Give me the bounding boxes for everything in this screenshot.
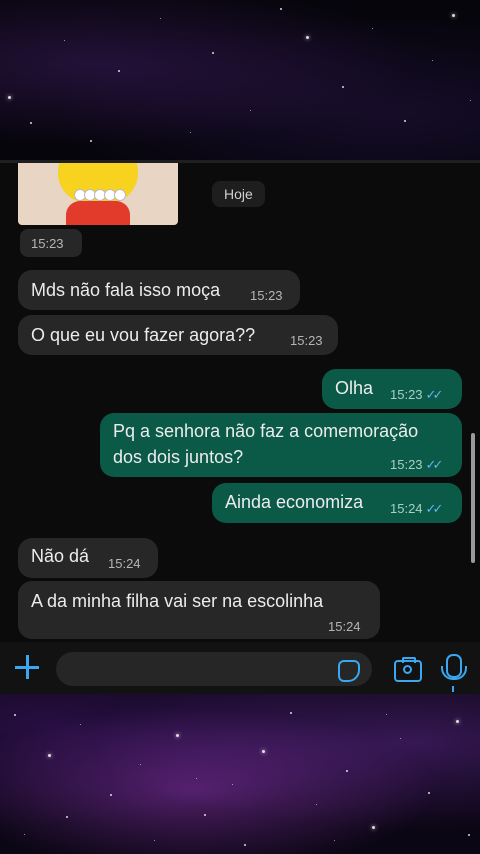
image-timestamp-bubble: 15:23 bbox=[20, 229, 82, 257]
read-receipt-icon: ✓✓ bbox=[425, 501, 444, 516]
message-text-line2: dos dois juntos? bbox=[113, 447, 244, 467]
incoming-message[interactable]: A da minha filha vai ser na escolinha 15… bbox=[18, 581, 380, 639]
message-text: Não dá bbox=[31, 546, 90, 566]
message-time: 15:23 bbox=[31, 236, 64, 251]
plus-icon[interactable] bbox=[14, 654, 40, 680]
message-text: A da minha filha vai ser na escolinha bbox=[31, 591, 324, 611]
outgoing-message[interactable]: Olha 15:23 ✓✓ bbox=[322, 369, 462, 409]
date-divider: Hoje bbox=[212, 181, 265, 207]
background-starfield-bottom bbox=[0, 694, 480, 854]
camera-icon[interactable] bbox=[394, 657, 422, 682]
message-text: Mds não fala isso moça bbox=[31, 280, 221, 300]
scrollbar[interactable] bbox=[471, 433, 475, 563]
outgoing-message[interactable]: Pq a senhora não faz a comemoração dos d… bbox=[100, 413, 462, 477]
incoming-message[interactable]: Mds não fala isso moça 15:23 bbox=[18, 270, 300, 310]
read-receipt-icon: ✓✓ bbox=[425, 387, 444, 402]
message-text: O que eu vou fazer agora?? bbox=[31, 325, 256, 345]
incoming-message[interactable]: Não dá 15:24 bbox=[18, 538, 158, 578]
chat-conversation[interactable]: Hoje 15:23 Mds não fala isso moça 15:23 … bbox=[0, 160, 480, 645]
message-time: 15:23 bbox=[290, 333, 323, 348]
read-receipt-icon: ✓✓ bbox=[425, 457, 444, 472]
message-time-with-receipt: 15:23 ✓✓ bbox=[390, 457, 444, 472]
message-text: Ainda economiza bbox=[225, 492, 364, 512]
message-text: Olha bbox=[335, 378, 374, 398]
outgoing-message[interactable]: Ainda economiza 15:24 ✓✓ bbox=[212, 483, 462, 523]
incoming-message[interactable]: O que eu vou fazer agora?? 15:23 bbox=[18, 315, 338, 355]
message-time: 15:24 bbox=[108, 556, 141, 571]
message-time: 15:23 bbox=[250, 288, 283, 303]
message-time-with-receipt: 15:23 ✓✓ bbox=[390, 387, 444, 402]
background-starfield-top bbox=[0, 0, 480, 160]
shared-image-thumbnail[interactable] bbox=[18, 163, 178, 225]
message-input[interactable] bbox=[56, 652, 372, 686]
message-time-with-receipt: 15:24 ✓✓ bbox=[390, 501, 444, 516]
message-text-line1: Pq a senhora não faz a comemoração bbox=[113, 421, 419, 441]
microphone-icon[interactable] bbox=[441, 654, 467, 680]
message-time: 15:24 bbox=[328, 619, 361, 634]
